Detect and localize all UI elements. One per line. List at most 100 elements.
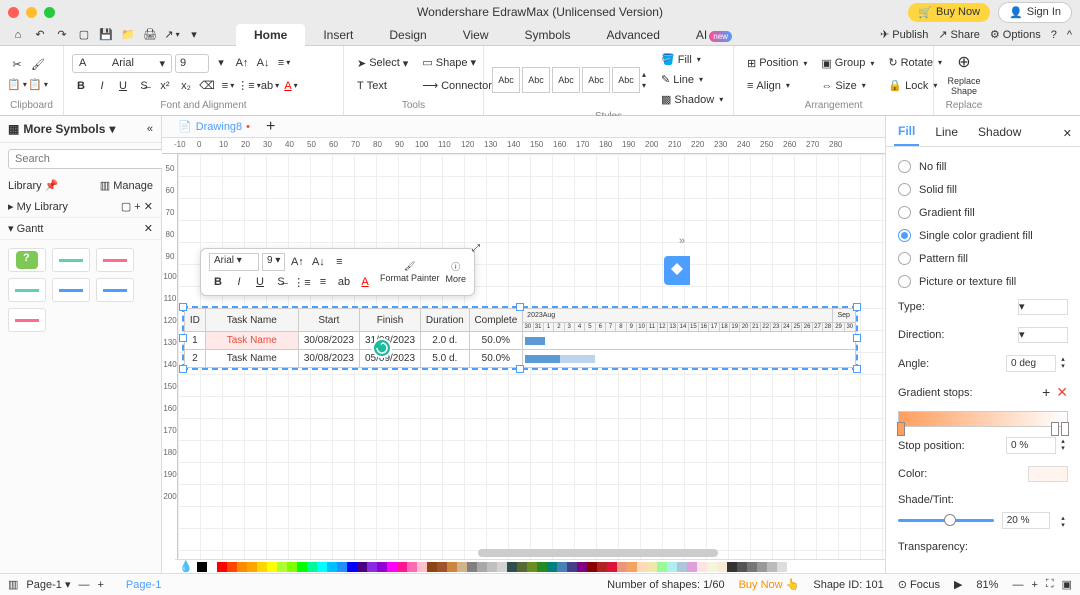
gradient-stop-2[interactable] bbox=[1051, 422, 1059, 436]
manage-library-button[interactable]: ▥ Manage bbox=[100, 179, 153, 192]
palette-color[interactable] bbox=[747, 562, 757, 572]
increase-font-button[interactable]: A↑ bbox=[233, 54, 251, 72]
tab-symbols[interactable]: Symbols bbox=[507, 24, 589, 46]
home-icon[interactable]: ⌂ bbox=[8, 25, 28, 45]
gradient-stop-3[interactable] bbox=[1061, 422, 1069, 436]
canvas[interactable]: Arial ▾ 9 ▾ A↑ A↓ ≡ B I U S̶ ⋮≡ ≡ bbox=[178, 154, 885, 573]
collapse-ribbon-button[interactable]: ^ bbox=[1067, 29, 1072, 41]
text-highlight-button[interactable]: ab bbox=[261, 77, 279, 95]
palette-color[interactable] bbox=[407, 562, 417, 572]
zoom-in-button[interactable]: + bbox=[1031, 579, 1037, 591]
type-select[interactable]: ▾ bbox=[1018, 299, 1068, 315]
picture-fill-option[interactable]: Picture or texture fill bbox=[898, 270, 1068, 293]
new-button[interactable]: ▢ bbox=[74, 25, 94, 45]
expand-right-panel-button[interactable]: » bbox=[679, 235, 685, 247]
shade-tint-slider[interactable] bbox=[898, 519, 994, 522]
help-button[interactable]: ? bbox=[1051, 29, 1057, 41]
gantt-shape-7[interactable] bbox=[8, 308, 46, 332]
bullet-list-button[interactable]: ⋮≡ bbox=[240, 77, 258, 95]
palette-color[interactable] bbox=[527, 562, 537, 572]
palette-color[interactable] bbox=[357, 562, 367, 572]
shade-up[interactable]: ▴ bbox=[1058, 514, 1068, 521]
palette-color[interactable] bbox=[627, 562, 637, 572]
close-panel-button[interactable]: ✕ bbox=[1063, 127, 1072, 140]
font-size-select[interactable]: 9 bbox=[175, 54, 209, 73]
shade-tint-input[interactable]: 20 % bbox=[1002, 512, 1050, 529]
tab-advanced[interactable]: Advanced bbox=[589, 24, 678, 46]
save-button[interactable]: 💾 bbox=[96, 25, 116, 45]
solid-fill-option[interactable]: Solid fill bbox=[898, 178, 1068, 201]
statusbar-buy-now[interactable]: Buy Now 👆 bbox=[739, 578, 800, 591]
clear-format-button[interactable]: ⌫ bbox=[198, 77, 216, 95]
palette-color[interactable] bbox=[307, 562, 317, 572]
gantt-shape-3[interactable] bbox=[96, 248, 134, 272]
line-tab[interactable]: Line bbox=[931, 121, 962, 145]
palette-color[interactable] bbox=[447, 562, 457, 572]
no-fill-option[interactable]: No fill bbox=[898, 155, 1068, 178]
palette-color[interactable] bbox=[667, 562, 677, 572]
tab-view[interactable]: View bbox=[445, 24, 507, 46]
float-numbers[interactable]: ≡ bbox=[314, 273, 332, 291]
focus-button[interactable]: ⊙ Focus bbox=[898, 578, 940, 591]
stop-up[interactable]: ▴ bbox=[1058, 437, 1068, 444]
angle-up[interactable]: ▴ bbox=[1058, 355, 1068, 362]
palette-color[interactable] bbox=[637, 562, 647, 572]
zoom-out-button[interactable]: — bbox=[1012, 579, 1023, 591]
fullscreen-button[interactable]: ▣ bbox=[1062, 578, 1072, 591]
pattern-fill-option[interactable]: Pattern fill bbox=[898, 247, 1068, 270]
tab-design[interactable]: Design bbox=[371, 24, 444, 46]
style-scroll-up[interactable]: ▴ bbox=[642, 70, 646, 79]
float-bold[interactable]: B bbox=[209, 273, 227, 291]
export-button[interactable]: ↗ bbox=[162, 25, 182, 45]
palette-color[interactable] bbox=[777, 562, 787, 572]
color-picker[interactable] bbox=[1028, 466, 1068, 482]
float-highlight[interactable]: ab bbox=[335, 273, 353, 291]
tab-ai[interactable]: AInew bbox=[678, 24, 750, 46]
gradient-stops-bar[interactable] bbox=[898, 411, 1068, 427]
page-icon[interactable]: ▥ bbox=[8, 578, 18, 591]
palette-color[interactable] bbox=[497, 562, 507, 572]
palette-color[interactable] bbox=[727, 562, 737, 572]
close-window-button[interactable] bbox=[8, 7, 19, 18]
buy-now-button[interactable]: 🛒 Buy Now bbox=[908, 3, 990, 22]
strikethrough-button[interactable]: S̶ bbox=[135, 77, 153, 95]
palette-color[interactable] bbox=[467, 562, 477, 572]
shadow-dropdown[interactable]: ▩Shadow bbox=[656, 90, 728, 109]
presentation-button[interactable]: ▶ bbox=[954, 578, 962, 591]
single-color-gradient-option[interactable]: Single color gradient fill bbox=[898, 224, 1068, 247]
print-button[interactable]: 🖨 bbox=[140, 25, 160, 45]
palette-color[interactable] bbox=[737, 562, 747, 572]
float-align[interactable]: ≡ bbox=[330, 253, 348, 271]
open-button[interactable]: 📁 bbox=[118, 25, 138, 45]
palette-color[interactable] bbox=[197, 562, 207, 572]
palette-color[interactable] bbox=[487, 562, 497, 572]
symbol-search-input[interactable] bbox=[8, 149, 164, 169]
minimize-window-button[interactable] bbox=[26, 7, 37, 18]
float-font-select[interactable]: Arial ▾ bbox=[209, 253, 259, 271]
share-button[interactable]: ↗Share bbox=[938, 28, 980, 41]
palette-color[interactable] bbox=[267, 562, 277, 572]
float-format-painter[interactable]: 🖌 Format Painter bbox=[380, 261, 440, 283]
line-spacing-button[interactable]: ≡ bbox=[219, 77, 237, 95]
font-select[interactable]: AArial▾ bbox=[72, 54, 172, 73]
gradient-fill-option[interactable]: Gradient fill bbox=[898, 201, 1068, 224]
size-dropdown-button[interactable]: ▾ bbox=[212, 54, 230, 72]
style-preset-3[interactable]: Abc bbox=[552, 67, 580, 93]
palette-color[interactable] bbox=[287, 562, 297, 572]
palette-color[interactable] bbox=[317, 562, 327, 572]
palette-color[interactable] bbox=[347, 562, 357, 572]
rotate-handle[interactable] bbox=[372, 338, 392, 358]
angle-down[interactable]: ▾ bbox=[1058, 362, 1068, 369]
redo-button[interactable]: ↷ bbox=[52, 25, 72, 45]
my-library-section[interactable]: ▸ My Library ▢ + ✕ bbox=[0, 196, 161, 218]
palette-color[interactable] bbox=[227, 562, 237, 572]
shadow-tab[interactable]: Shadow bbox=[974, 121, 1025, 145]
stop-position-input[interactable]: 0 % bbox=[1006, 437, 1056, 454]
palette-color[interactable] bbox=[437, 562, 447, 572]
gantt-bar-1[interactable] bbox=[525, 337, 545, 345]
stop-down[interactable]: ▾ bbox=[1058, 444, 1068, 451]
gantt-section[interactable]: ▾ Gantt ✕ bbox=[0, 218, 161, 240]
select-tool-button[interactable]: ➤Select▾ bbox=[352, 54, 413, 73]
position-button[interactable]: ⊞Position bbox=[742, 54, 812, 73]
shade-tint-thumb[interactable] bbox=[944, 514, 956, 526]
